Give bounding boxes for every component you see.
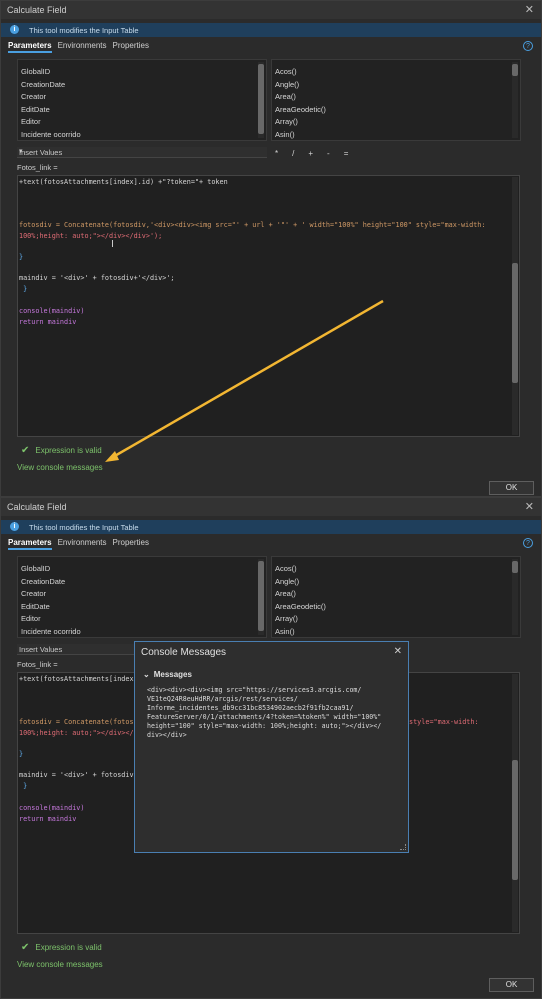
list-item[interactable]: Acos() (272, 563, 520, 576)
console-line: FeatureServer/0/1/attachments/4?token=%t… (147, 713, 382, 721)
list-item[interactable]: CreationDate (18, 576, 266, 589)
code-line: style="max-width: (409, 718, 479, 726)
code-line: +text(fotosAttachments[index (19, 675, 134, 683)
list-item[interactable]: Angle() (272, 576, 520, 589)
field-label: Fotos_link = (17, 660, 58, 669)
list-item[interactable]: Editor (18, 613, 266, 626)
console-messages-dialog: Console Messages ✕ ⌄ Messages <div><div>… (134, 641, 409, 853)
valid-text: Expression is valid (35, 943, 102, 952)
validation-status: ✔ Expression is valid (21, 942, 102, 953)
console-line: Informe_incidentes_db9cc31bc8534902aecb2… (147, 704, 354, 712)
list-item[interactable]: Incidente ocorrido (18, 626, 266, 638)
list-item[interactable]: EditDate (18, 601, 266, 614)
help-icon[interactable]: ? (523, 538, 533, 548)
resize-grip-icon[interactable] (400, 844, 406, 850)
list-item[interactable]: Array() (272, 613, 520, 626)
view-console-messages-link[interactable]: View console messages (17, 960, 103, 969)
list-item[interactable]: Asin() (272, 626, 520, 638)
console-line: VE1teQ24R8euHdRR/arcgis/rest/services/ (147, 695, 298, 703)
annotation-arrow (105, 299, 384, 462)
scrollbar[interactable] (512, 674, 518, 932)
scrollbar[interactable] (512, 559, 518, 635)
console-line: height="100" style="max-width: 100%;heig… (147, 722, 382, 730)
console-title: Console Messages (141, 647, 227, 658)
console-line: <div><div><div><img src="https://service… (147, 686, 362, 694)
scrollbar[interactable] (258, 559, 264, 635)
chevron-down-icon: ⌄ (143, 670, 150, 679)
code-line: return maindiv (19, 815, 77, 823)
list-item[interactable]: Area() (272, 588, 520, 601)
code-line: } (19, 782, 28, 790)
tab-parameters[interactable]: Parameters (8, 538, 52, 550)
code-line: console(maindiv) (19, 804, 85, 812)
tab-properties[interactable]: Properties (113, 538, 149, 550)
code-line: maindiv = '<div>' + fotosdiv (19, 771, 134, 779)
list-item[interactable]: Creator (18, 588, 266, 601)
ok-button[interactable]: OK (489, 978, 534, 992)
list-item[interactable]: GlobalID (18, 563, 266, 576)
info-bar: i This tool modifies the Input Table (1, 520, 541, 534)
list-item[interactable]: AreaGeodetic() (272, 601, 520, 614)
ok-button[interactable]: OK (489, 481, 534, 495)
code-line: fotosdiv = Concatenate(fotos (19, 718, 134, 726)
functions-list[interactable]: Acos() Angle() Area() AreaGeodetic() Arr… (271, 556, 521, 638)
info-text: This tool modifies the Input Table (29, 523, 139, 532)
insert-values-label: Insert Values (19, 645, 63, 654)
fields-list[interactable]: GlobalID CreationDate Creator EditDate E… (17, 556, 267, 638)
calculate-field-dialog-top: Calculate Field ✕ i This tool modifies t… (0, 0, 542, 497)
tab-environments[interactable]: Environments (58, 538, 107, 550)
dialog-title: Calculate Field (7, 502, 67, 512)
console-output: <div><div><div><img src="https://service… (147, 686, 399, 740)
checkmark-icon: ✔ (21, 942, 30, 953)
info-icon: i (10, 522, 19, 531)
title-bar: Calculate Field ✕ (1, 498, 541, 516)
code-line: } (19, 750, 24, 758)
messages-section-header[interactable]: ⌄ Messages (143, 670, 192, 679)
code-line: 100%;height: auto;"></div></d (19, 729, 138, 737)
console-line: div></div> (147, 731, 187, 739)
close-icon[interactable]: ✕ (525, 500, 534, 513)
close-icon[interactable]: ✕ (394, 646, 402, 657)
messages-label: Messages (153, 670, 192, 679)
tab-strip: Parameters Environments Properties (8, 538, 149, 550)
